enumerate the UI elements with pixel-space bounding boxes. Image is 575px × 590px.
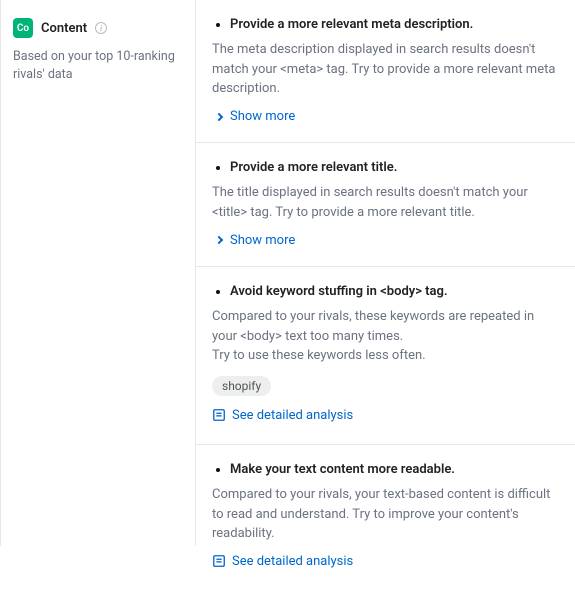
bullet-icon [216, 23, 220, 27]
detailed-analysis-label: See detailed analysis [232, 554, 353, 569]
recommendation-card: Provide a more relevant meta description… [196, 0, 575, 143]
recommendation-title: Provide a more relevant title. [230, 159, 397, 177]
detailed-analysis-link[interactable]: See detailed analysis [212, 554, 353, 569]
sidebar-header: Co Content i [13, 18, 183, 38]
recommendation-card: Make your text content more readable. Co… [196, 445, 575, 590]
content-list: Provide a more relevant meta description… [196, 0, 575, 546]
recommendation-desc: The meta description displayed in search… [212, 40, 559, 99]
recommendation-title: Make your text content more readable. [230, 461, 455, 479]
analysis-icon [212, 408, 226, 422]
bullet-icon [216, 468, 220, 472]
show-more-label: Show more [230, 233, 295, 248]
recommendation-desc: Compared to your rivals, these keywords … [212, 307, 559, 366]
show-more-label: Show more [230, 109, 295, 124]
sidebar-title: Content [41, 21, 87, 36]
recommendation-title: Avoid keyword stuffing in <body> tag. [230, 283, 448, 301]
analysis-icon [212, 554, 226, 568]
recommendation-card: Avoid keyword stuffing in <body> tag. Co… [196, 267, 575, 445]
show-more-link[interactable]: Show more [212, 109, 295, 124]
recommendation-desc: The title displayed in search results do… [212, 183, 559, 222]
info-icon[interactable]: i [95, 22, 107, 34]
detailed-analysis-label: See detailed analysis [232, 408, 353, 423]
recommendation-title: Provide a more relevant meta description… [230, 16, 473, 34]
bullet-icon [216, 166, 220, 170]
chevron-right-icon [215, 112, 223, 120]
bullet-icon [216, 290, 220, 294]
recommendation-desc: Compared to your rivals, your text-based… [212, 485, 559, 544]
detailed-analysis-link[interactable]: See detailed analysis [212, 408, 353, 423]
keyword-tag[interactable]: shopify [212, 376, 271, 396]
sidebar: Co Content i Based on your top 10-rankin… [0, 0, 196, 546]
sidebar-subtitle: Based on your top 10-ranking rivals' dat… [13, 48, 183, 84]
chevron-right-icon [215, 236, 223, 244]
recommendation-card: Provide a more relevant title. The title… [196, 143, 575, 267]
show-more-link[interactable]: Show more [212, 233, 295, 248]
content-badge: Co [13, 18, 33, 38]
